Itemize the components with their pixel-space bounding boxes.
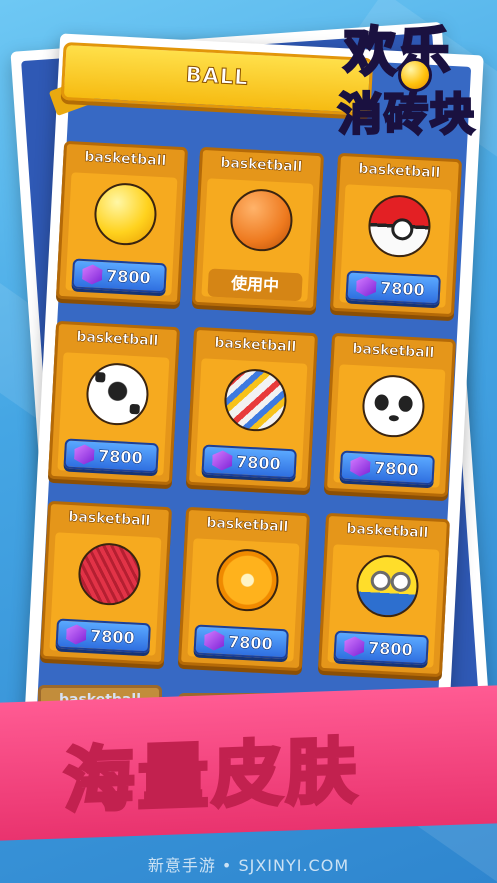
gem-icon [356, 276, 377, 297]
gem-icon [344, 636, 365, 657]
buy-button[interactable]: 7800 [63, 438, 159, 474]
price-label: 7800 [97, 446, 144, 468]
skin-card[interactable]: basketball 7800 [47, 320, 181, 486]
gem-icon [350, 456, 371, 477]
price-label: 7800 [105, 266, 152, 288]
in-use-badge: 使用中 [207, 268, 303, 302]
buy-button[interactable]: 7800 [55, 618, 151, 654]
price-label: 7800 [367, 638, 414, 660]
gem-icon [204, 630, 225, 651]
price-label: 7800 [227, 632, 274, 654]
buy-button[interactable]: 7800 [333, 630, 429, 666]
buy-button[interactable]: 7800 [193, 624, 289, 660]
skin-card[interactable]: basketball 使用中 [191, 146, 325, 312]
skin-card[interactable]: basketball 7800 [329, 152, 463, 318]
watermark: 新意手游 • SJXINYI.COM [147, 856, 350, 875]
promo-banner-text: 海量皮肤 [62, 728, 362, 824]
logo-line-2: 消砖块 [337, 88, 476, 142]
buy-button[interactable]: 7800 [201, 444, 297, 480]
price-label: 7800 [379, 278, 426, 300]
gem-icon [74, 444, 95, 465]
game-logo: 欢乐 消砖块 [336, 8, 494, 144]
price-label: 7800 [373, 458, 420, 480]
buy-button[interactable]: 7800 [339, 450, 435, 486]
gem-icon [82, 264, 103, 285]
skin-card[interactable]: basketball 7800 [55, 140, 189, 306]
skin-card[interactable]: basketball 7800 [177, 506, 311, 672]
skin-card[interactable]: basketball 7800 [317, 512, 451, 678]
gem-icon [212, 450, 233, 471]
skin-card[interactable]: basketball 7800 [323, 332, 457, 498]
price-label: 7800 [89, 626, 136, 648]
skin-card[interactable]: basketball 7800 [39, 500, 173, 666]
buy-button[interactable]: 7800 [71, 258, 167, 294]
gem-icon [66, 624, 87, 645]
skin-card[interactable]: basketball 7800 [185, 326, 319, 492]
price-label: 7800 [235, 452, 282, 474]
ribbon-label: BALL [185, 62, 250, 90]
buy-button[interactable]: 7800 [345, 270, 441, 306]
